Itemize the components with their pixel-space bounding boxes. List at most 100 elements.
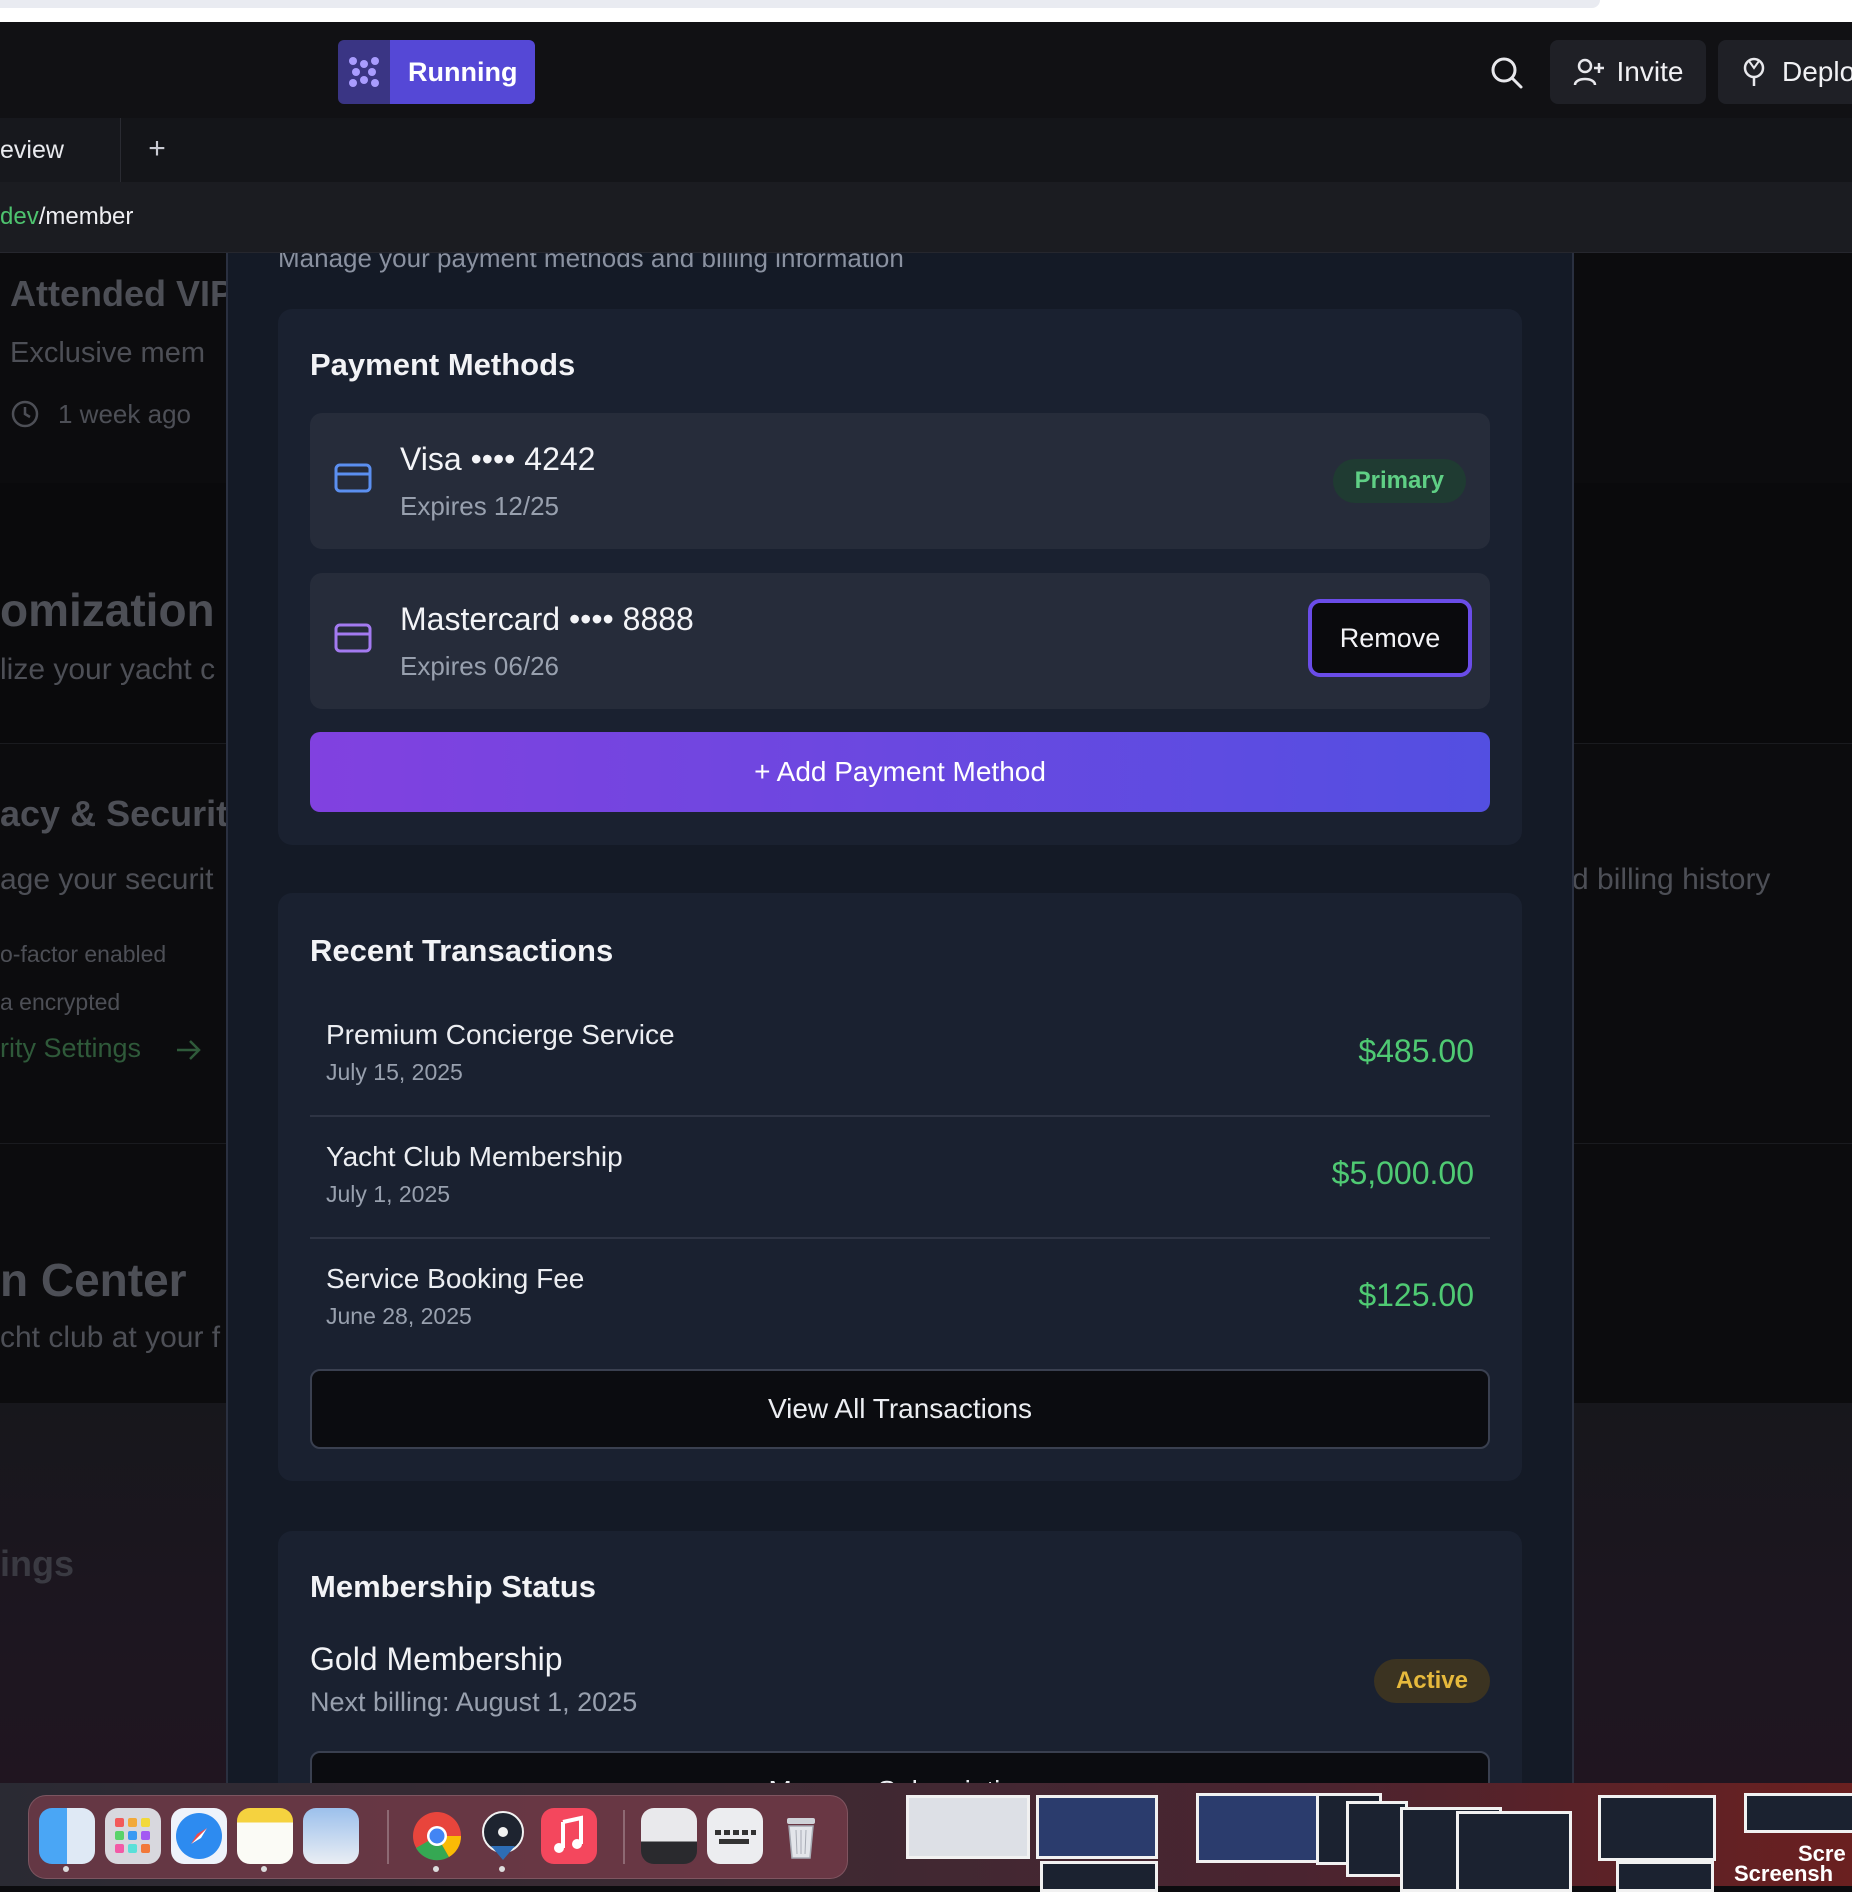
running-indicator (433, 1866, 439, 1872)
bg-activity-title: Attended VIP (10, 273, 235, 314)
window-thumbnail[interactable] (1598, 1795, 1716, 1861)
credit-card-icon (334, 463, 372, 493)
window-thumbnail[interactable] (1456, 1811, 1572, 1892)
invite-button[interactable]: Invite (1550, 40, 1706, 104)
bg-concierge-subtitle: cht club at your f (0, 1321, 221, 1354)
workspace-logo-icon (338, 40, 390, 104)
card-expiry: Expires 06/26 (400, 651, 559, 681)
add-user-icon (1573, 58, 1604, 86)
transaction-name: Premium Concierge Service (326, 1019, 675, 1050)
card-name: Mastercard •••• 8888 (400, 601, 694, 637)
running-button[interactable]: Running (390, 40, 536, 104)
membership-plan: Gold Membership (310, 1641, 563, 1677)
active-status-badge: Active (1373, 1659, 1490, 1703)
deploy-button[interactable]: Deplo (1718, 40, 1852, 104)
membership-status-card: Membership Status Gold Membership Next b… (278, 1531, 1522, 1783)
bg-customization-title: omization P (0, 584, 259, 636)
window-thumbnail[interactable] (1346, 1801, 1408, 1877)
recent-transactions-card: Recent Transactions Premium Concierge Se… (278, 893, 1522, 1481)
transaction-amount: $5,000.00 (1331, 1155, 1474, 1191)
running-indicator (63, 1866, 69, 1872)
trash-icon[interactable] (773, 1808, 829, 1864)
search-icon[interactable] (1490, 56, 1524, 90)
app-bar: Running Invite Deplo (0, 22, 1852, 118)
bg-billing-history-text: d billing history (1572, 863, 1771, 896)
bg-settings-title: ings (0, 1543, 75, 1584)
finder-icon[interactable] (39, 1808, 95, 1872)
url-path: /member (38, 203, 134, 230)
scanner-icon[interactable] (641, 1808, 697, 1864)
arrow-right-icon (177, 1040, 201, 1060)
tab-bar: eview + (0, 118, 1852, 183)
transaction-amount: $125.00 (1358, 1277, 1474, 1313)
card-name: Visa •••• 4242 (400, 441, 596, 477)
bg-security-settings-link: rity Settings (0, 1033, 142, 1063)
tab-preview[interactable]: eview (0, 118, 121, 182)
recent-transactions-title: Recent Transactions (310, 933, 614, 968)
bg-encrypted-text: a encrypted (0, 989, 121, 1015)
browser-top-strip (0, 0, 1852, 22)
window-thumbnail[interactable] (1744, 1793, 1852, 1833)
run-status-group[interactable]: Running (338, 40, 536, 104)
transaction-row[interactable]: Yacht Club Membership July 1, 2025 $5,00… (310, 1115, 1490, 1239)
window-thumbnail[interactable] (1616, 1861, 1714, 1892)
tab-label: eview (0, 135, 64, 164)
bg-activity-subtitle: Exclusive mem (10, 337, 205, 369)
dock-area: Scre Screensh (0, 1783, 1852, 1892)
window-thumbnail[interactable] (1196, 1793, 1320, 1863)
chrome-icon[interactable] (409, 1808, 465, 1872)
manage-subscription-button[interactable]: Manage Subscription (310, 1751, 1490, 1783)
safari-icon[interactable] (171, 1808, 227, 1864)
window-thumbnail[interactable] (1040, 1861, 1158, 1892)
invite-label: Invite (1616, 56, 1684, 87)
keyboard-icon[interactable] (707, 1808, 763, 1864)
running-indicator (499, 1866, 505, 1872)
transaction-date: June 28, 2025 (326, 1303, 472, 1329)
primary-badge: Primary (1332, 459, 1466, 503)
bg-two-factor-text: o-factor enabled (0, 941, 167, 967)
url-host: dev (0, 203, 39, 230)
payment-methods-title: Payment Methods (310, 347, 576, 382)
url-bar[interactable]: dev/member (0, 182, 1852, 253)
next-billing-date: Next billing: August 1, 2025 (310, 1687, 638, 1717)
add-payment-method-button[interactable]: + Add Payment Method (310, 732, 1490, 812)
window-thumbnail[interactable] (1036, 1795, 1158, 1859)
running-indicator (261, 1866, 267, 1872)
launchpad-icon[interactable] (105, 1808, 161, 1864)
card-expiry: Expires 12/25 (400, 491, 559, 521)
bg-customization-subtitle: lize your yacht c (0, 653, 216, 686)
dock (28, 1795, 848, 1879)
membership-status-title: Membership Status (310, 1569, 596, 1604)
transaction-row[interactable]: Premium Concierge Service July 15, 2025 … (310, 993, 1490, 1117)
screenshot-label: Screensh (1734, 1861, 1834, 1886)
dock-separator (387, 1810, 389, 1864)
remove-card-button[interactable]: Remove (1308, 599, 1472, 677)
payment-method-visa: Visa •••• 4242 Expires 12/25 Primary (310, 413, 1490, 549)
view-all-transactions-button[interactable]: View All Transactions (310, 1369, 1490, 1449)
transaction-amount: $485.00 (1358, 1033, 1474, 1069)
credit-card-icon (334, 623, 372, 653)
deploy-globe-icon (1743, 57, 1765, 86)
bg-activity-time: 1 week ago (58, 399, 191, 429)
payment-methods-card: Payment Methods Visa •••• 4242 Expires 1… (278, 309, 1522, 845)
app-icon[interactable] (475, 1808, 531, 1872)
payment-method-mastercard: Mastercard •••• 8888 Expires 06/26 Remov… (310, 573, 1490, 709)
billing-modal: Manage your payment methods and billing … (226, 253, 1574, 1783)
transaction-name: Yacht Club Membership (326, 1141, 623, 1172)
bg-privacy-subtitle: age your securit (0, 863, 214, 896)
deploy-label: Deplo (1782, 56, 1852, 87)
bg-privacy-title: acy & Securit (0, 793, 229, 834)
dock-separator (623, 1810, 625, 1864)
transaction-date: July 1, 2025 (326, 1181, 451, 1207)
notes-icon[interactable] (237, 1808, 293, 1872)
transaction-row[interactable]: Service Booking Fee June 28, 2025 $125.0… (310, 1237, 1490, 1359)
transaction-name: Service Booking Fee (326, 1263, 585, 1294)
new-tab-button[interactable]: + (140, 132, 174, 166)
clock-icon (11, 400, 39, 428)
bg-concierge-title: n Center (0, 1254, 187, 1306)
music-icon[interactable] (541, 1808, 597, 1864)
modal-subtitle: Manage your payment methods and billing … (278, 253, 904, 273)
preview-icon[interactable] (303, 1808, 359, 1864)
top-strip-pill (0, 0, 1600, 8)
window-thumbnail[interactable] (906, 1795, 1030, 1859)
